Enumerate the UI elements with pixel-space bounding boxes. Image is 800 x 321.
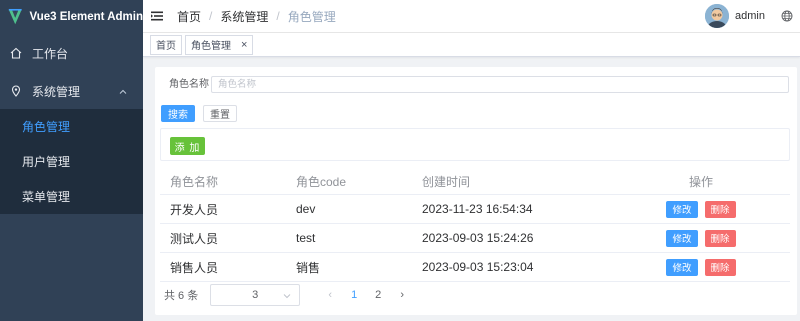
sidebar-item-label: 系统管理 [32, 84, 81, 99]
page-number[interactable]: 2 [366, 289, 390, 301]
table-header: 角色名称 角色code 创建时间 操作 [160, 168, 790, 195]
pagination: 共 6 条 3 ‹ 1 2 › [164, 284, 414, 306]
hamburger-icon[interactable] [151, 10, 163, 22]
submenu: 角色管理 用户管理 菜单管理 [0, 109, 143, 214]
search-label: 角色名称 [169, 79, 209, 90]
logo[interactable]: Vue3 Element Admin [0, 0, 143, 33]
prev-page-button[interactable]: ‹ [318, 289, 342, 301]
cell-name: 测试人员 [170, 231, 219, 246]
page-size-value: 3 [252, 289, 259, 301]
tag-label: 首页 [156, 41, 176, 52]
cell-code: dev [296, 202, 316, 216]
column-header: 角色名称 [170, 174, 219, 189]
tag-home[interactable]: 首页 [150, 34, 182, 55]
close-icon[interactable]: × [241, 39, 247, 51]
avatar[interactable] [705, 4, 729, 28]
home-icon [10, 47, 22, 59]
header: 首页 / 系统管理 / 角色管理 admin [143, 0, 800, 33]
delete-button[interactable]: 删除 [704, 229, 736, 247]
pager: ‹ 1 2 › [318, 289, 414, 301]
column-header: 角色code [296, 174, 347, 189]
breadcrumb-separator: / [209, 9, 213, 23]
column-header: 创建时间 [422, 174, 471, 189]
total-count: 共 6 条 [164, 290, 199, 302]
sidebar-item-roles[interactable]: 角色管理 [0, 109, 143, 144]
next-page-button[interactable]: › [390, 289, 414, 301]
breadcrumb-current: 角色管理 [287, 9, 336, 24]
table-row: 开发人员 dev 2023-11-23 16:54:34 修改 删除 [160, 195, 790, 224]
app-title: Vue3 Element Admin [29, 10, 143, 23]
sidebar-item-system[interactable]: 系统管理 [0, 73, 143, 109]
column-header: 操作 [688, 174, 713, 189]
table-row: 销售人员 销售 2023-09-03 15:23:04 修改 删除 [160, 253, 790, 282]
breadcrumb-home[interactable]: 首页 [177, 8, 201, 25]
role-name-input[interactable] [211, 76, 789, 93]
delete-button[interactable]: 删除 [704, 258, 736, 276]
cell-actions: 修改 删除 [612, 229, 790, 247]
cell-created: 2023-11-23 16:54:34 [422, 202, 533, 216]
tag-roles[interactable]: 角色管理 × [185, 34, 254, 55]
toolbar: 添 加 [160, 128, 790, 161]
main-card: 角色名称 搜索 重置 添 加 角色名称 角色code 创建时间 操作 开发人员 … [155, 67, 797, 315]
edit-button[interactable]: 修改 [666, 258, 698, 276]
language-icon[interactable] [781, 10, 793, 22]
cell-name: 销售人员 [170, 260, 219, 275]
tag-label: 角色管理 [191, 41, 231, 52]
breadcrumb: 首页 / 系统管理 / 角色管理 [177, 8, 336, 25]
search-form: 角色名称 [169, 75, 789, 93]
chevron-up-icon [119, 89, 127, 94]
logo-icon [8, 8, 22, 24]
edit-button[interactable]: 修改 [666, 200, 698, 218]
cell-actions: 修改 删除 [612, 258, 790, 276]
reset-button[interactable]: 重置 [203, 105, 237, 122]
cell-code: test [296, 231, 316, 245]
sidebar-item-menus[interactable]: 菜单管理 [0, 179, 143, 214]
username[interactable]: admin [735, 10, 765, 22]
roles-table: 角色名称 角色code 创建时间 操作 开发人员 dev 2023-11-23 … [160, 168, 790, 282]
chevron-down-icon [283, 294, 291, 299]
search-button[interactable]: 搜索 [161, 105, 195, 122]
table-row: 测试人员 test 2023-09-03 15:24:26 修改 删除 [160, 224, 790, 253]
add-button[interactable]: 添 加 [170, 137, 205, 155]
cell-created: 2023-09-03 15:23:04 [422, 260, 534, 274]
edit-button[interactable]: 修改 [666, 229, 698, 247]
cell-created: 2023-09-03 15:24:26 [422, 231, 534, 245]
breadcrumb-system[interactable]: 系统管理 [220, 8, 268, 25]
sidebar-item-label: 工作台 [32, 46, 69, 61]
cell-code: 销售 [296, 260, 321, 275]
delete-button[interactable]: 删除 [704, 200, 736, 218]
breadcrumb-separator: / [276, 9, 280, 23]
location-icon [11, 85, 21, 97]
sidebar-item-dashboard[interactable]: 工作台 [0, 35, 143, 71]
page-size-select[interactable]: 3 [210, 284, 301, 306]
cell-actions: 修改 删除 [612, 200, 790, 218]
cell-name: 开发人员 [170, 202, 219, 217]
page-number[interactable]: 1 [342, 289, 366, 301]
tags-bar: 首页 角色管理 × [143, 33, 800, 57]
avatar-image [705, 4, 729, 28]
sidebar-item-users[interactable]: 用户管理 [0, 144, 143, 179]
sidebar: Vue3 Element Admin 工作台 系统管理 角色管理 用户管理 菜单… [0, 0, 143, 321]
